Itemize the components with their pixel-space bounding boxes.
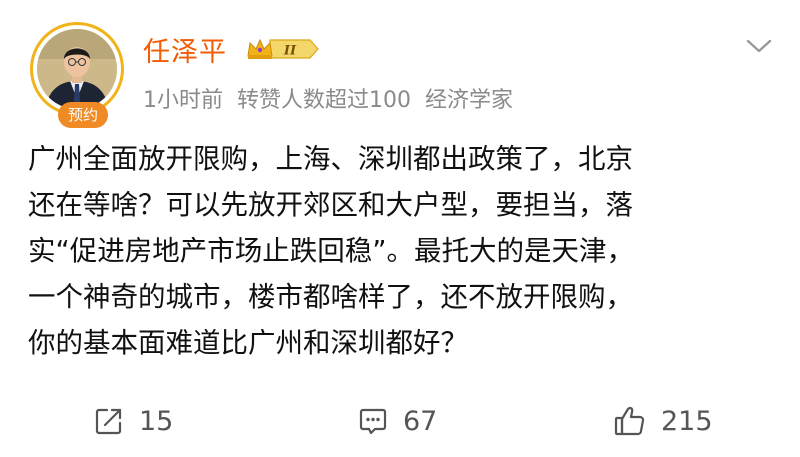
like-button[interactable]: 215 <box>613 396 713 446</box>
level-badge[interactable]: II <box>246 36 320 62</box>
avatar-badge[interactable]: 预约 <box>58 102 108 128</box>
avatar[interactable] <box>37 29 117 109</box>
repost-threshold-note: 转赞人数超过100 <box>237 88 411 113</box>
post-text-line: 你的基本面难道比广州和深圳都好？ <box>28 327 468 359</box>
comment-icon <box>359 408 387 435</box>
thumbs-up-icon <box>614 406 645 436</box>
crown-icon <box>247 38 273 59</box>
repost-count: 15 <box>139 405 174 437</box>
post-time: 1小时前 <box>143 88 223 113</box>
author-name[interactable]: 任泽平 <box>143 30 227 69</box>
avatar-image <box>37 29 117 109</box>
like-count: 215 <box>661 405 713 437</box>
chevron-down-icon[interactable] <box>746 38 772 54</box>
avatar-container[interactable]: 预约 <box>30 22 124 128</box>
post-text: 广州全面放开限购，上海、深圳都出政策了，北京 还在等啥？可以先放开郊区和大户型，… <box>28 136 768 366</box>
comment-button[interactable]: 67 <box>357 396 437 446</box>
action-bar: 15 67 215 <box>0 396 800 446</box>
post-meta: 1小时前 转赞人数超过100 经济学家 <box>143 82 527 114</box>
weibo-post-card: 预约 任泽平 II 1小时前 转赞人数超过100 经济学家 广州全面放开限购，上海、… <box>0 0 800 457</box>
comment-count: 67 <box>403 405 438 437</box>
repost-button[interactable]: 15 <box>93 396 173 446</box>
share-icon <box>95 408 122 435</box>
author-title: 经济学家 <box>425 88 514 113</box>
post-text-line: 还在等啥？可以先放开郊区和大户型，要担当，落 <box>28 189 633 221</box>
post-text-line: 实“促进房地产市场止跌回稳”。最托大的是天津， <box>28 235 634 267</box>
level-text: II <box>283 44 297 59</box>
post-text-line: 一个神奇的城市，楼市都啥样了，还不放开限购， <box>28 281 633 313</box>
post-text-line: 广州全面放开限购，上海、深圳都出政策了，北京 <box>28 143 633 175</box>
